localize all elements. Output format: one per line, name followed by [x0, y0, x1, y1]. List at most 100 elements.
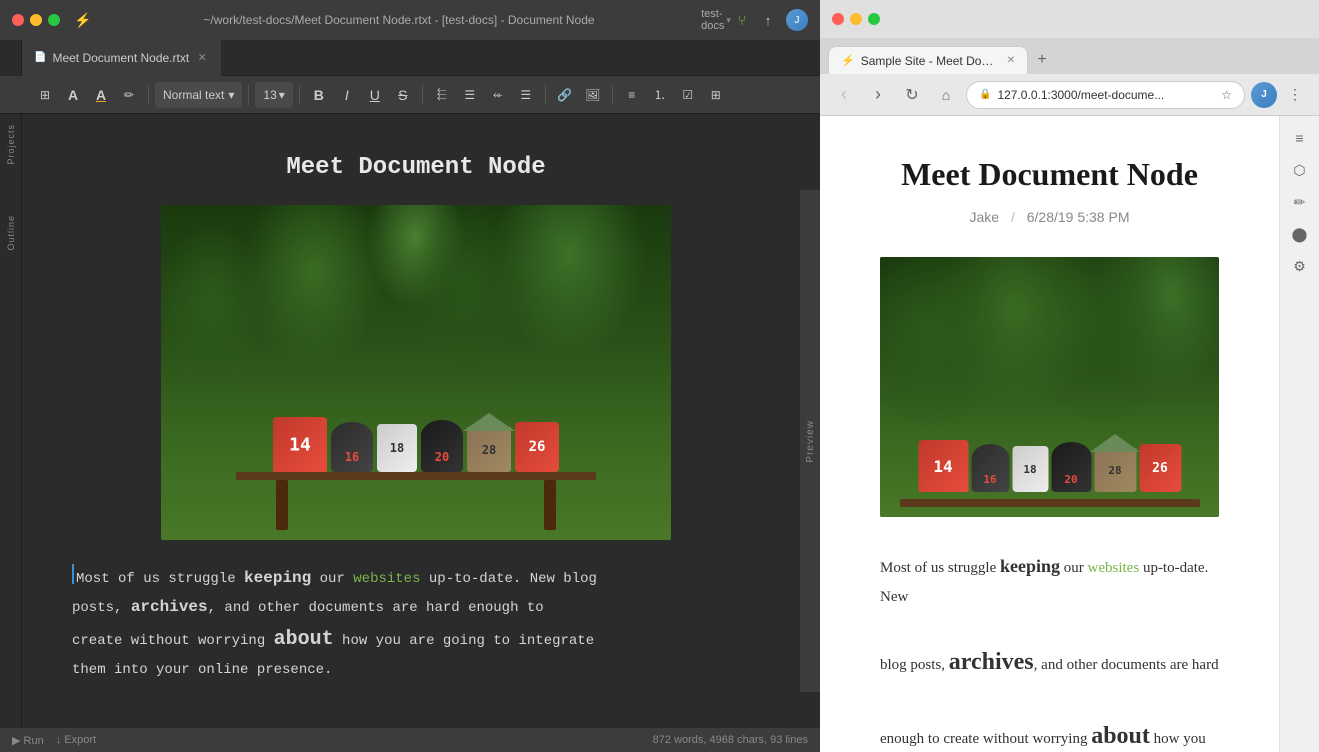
mailbox-16-browser: 16: [971, 444, 1009, 492]
document-paragraph[interactable]: Most of us struggle keeping our websites…: [72, 564, 760, 683]
repo-label: test-docs ▾: [708, 12, 724, 28]
statusbar-stats: 872 words, 4968 chars, 93 lines: [653, 734, 808, 746]
mailbox-20: [421, 420, 463, 472]
export-button[interactable]: ↓ Export: [56, 734, 96, 746]
style-chevron: ▾: [228, 88, 234, 102]
address-text: 127.0.0.1:3000/meet-docume...: [997, 88, 1215, 102]
highlight-btn[interactable]: ✏: [116, 82, 142, 108]
refresh-button[interactable]: ↻: [898, 81, 926, 109]
bullet-list-button[interactable]: ≡: [619, 82, 645, 108]
home-button[interactable]: ⌂: [932, 81, 960, 109]
browser-tab-close[interactable]: ✕: [1007, 55, 1015, 66]
lock-icon: 🔒: [979, 89, 991, 100]
font-size-chevron: ▾: [279, 88, 285, 102]
bookmark-star[interactable]: ☆: [1221, 88, 1232, 102]
font-color-btn[interactable]: A: [60, 82, 86, 108]
sidebar-palette-icon[interactable]: ⬤: [1286, 220, 1314, 248]
editor-toolbar: ⊞ A A ✏ Normal text ▾ 13 ▾ B I U S ⬱ ☰ ⬰…: [0, 76, 820, 114]
source-btn[interactable]: ⊞: [32, 82, 58, 108]
titlebar-icons: test-docs ▾ ⑂ ↑ J: [708, 9, 808, 31]
align-justify-button[interactable]: ☰: [513, 82, 539, 108]
style-dropdown[interactable]: Normal text ▾: [155, 82, 242, 108]
strikethrough-button[interactable]: S: [390, 82, 416, 108]
para-about: about: [274, 628, 334, 651]
address-bar[interactable]: 🔒 127.0.0.1:3000/meet-docume... ☆: [966, 81, 1245, 109]
mailbox-26: [515, 422, 559, 472]
underline-button[interactable]: U: [362, 82, 388, 108]
browser-tab-favicon: ⚡: [841, 54, 855, 67]
page-para-5: , and other documents are hard: [1034, 657, 1219, 673]
document-image: [161, 205, 671, 540]
link-button[interactable]: 🔗: [552, 82, 578, 108]
sep3: [299, 85, 300, 105]
font-bg-btn[interactable]: A: [88, 82, 114, 108]
image-button[interactable]: 🖼: [580, 82, 606, 108]
nav-right-icons: J ⋮: [1251, 81, 1309, 109]
mailboxes-group: [273, 417, 559, 472]
browser-traffic-lights: [832, 13, 880, 25]
platform-browser: [900, 499, 1200, 507]
align-left-button[interactable]: ⬱: [429, 82, 455, 108]
browser-minimize-button[interactable]: [850, 13, 862, 25]
editor-maximize-button[interactable]: [48, 14, 60, 26]
page-about: about: [1091, 723, 1150, 749]
page-hero-image: 14 16 18 20 28 26: [880, 257, 1219, 517]
font-size-control[interactable]: 13 ▾: [255, 82, 292, 108]
browser-nav-bar: ‹ › ↻ ⌂ 🔒 127.0.0.1:3000/meet-docume... …: [820, 74, 1319, 116]
sep4: [422, 85, 423, 105]
browser-tab-label: Sample Site - Meet Document...: [861, 54, 997, 68]
back-button[interactable]: ‹: [830, 81, 858, 109]
sep2: [248, 85, 249, 105]
italic-button[interactable]: I: [334, 82, 360, 108]
page-keeping: keeping: [1000, 556, 1060, 576]
align-center-button[interactable]: ☰: [457, 82, 483, 108]
bold-button[interactable]: B: [306, 82, 332, 108]
align-right-button[interactable]: ⬰: [485, 82, 511, 108]
browser-maximize-button[interactable]: [868, 13, 880, 25]
forward-button[interactable]: ›: [864, 81, 892, 109]
editor-content-area[interactable]: Meet Document Node: [22, 114, 820, 728]
editor-titlebar: ⚡ ~/work/test-docs/Meet Document Node.rt…: [0, 0, 820, 40]
browser-menu-button[interactable]: ⋮: [1281, 81, 1309, 109]
tab-label: Meet Document Node.rtxt: [52, 51, 189, 65]
browser-profile-avatar[interactable]: J: [1251, 82, 1277, 108]
projects-sidebar-label[interactable]: Projects: [6, 124, 16, 165]
editor-tab[interactable]: 📄 Meet Document Node.rtxt ✕: [22, 40, 222, 76]
browser-close-button[interactable]: [832, 13, 844, 25]
page-title: Meet Document Node: [880, 156, 1219, 193]
mailbox-26-browser: 26: [1139, 444, 1181, 492]
page-meta: Jake / 6/28/19 5:38 PM: [880, 209, 1219, 225]
sidebar-settings-icon[interactable]: ⚙: [1286, 252, 1314, 280]
upload-icon[interactable]: ↑: [760, 12, 776, 28]
para-text-7: how you are going to integrate: [334, 633, 594, 649]
browser-active-tab[interactable]: ⚡ Sample Site - Meet Document... ✕: [828, 46, 1028, 74]
editor-close-button[interactable]: [12, 14, 24, 26]
outline-sidebar-label[interactable]: Outline: [6, 215, 16, 251]
check-list-button[interactable]: ☑: [675, 82, 701, 108]
preview-toggle[interactable]: Preview: [800, 190, 820, 692]
para-text-5: , and other documents are hard enough to: [208, 600, 544, 616]
tab-file-icon: 📄: [34, 52, 46, 63]
editor-traffic-lights: [12, 14, 60, 26]
page-websites: websites: [1088, 560, 1140, 576]
tab-close-button[interactable]: ✕: [195, 51, 209, 65]
sep1: [148, 85, 149, 105]
para-text-3: up-to-date. New blog: [420, 571, 596, 587]
sep6: [612, 85, 613, 105]
page-archives: archives: [949, 649, 1034, 675]
profile-icon[interactable]: J: [786, 9, 808, 31]
new-tab-button[interactable]: +: [1028, 46, 1056, 74]
table-button[interactable]: ⊞: [703, 82, 729, 108]
editor-minimize-button[interactable]: [30, 14, 42, 26]
para-text-6: create without worrying: [72, 633, 274, 649]
style-dropdown-label: Normal text: [163, 88, 224, 102]
sidebar-cube-icon[interactable]: ⬡: [1286, 156, 1314, 184]
sidebar-menu-icon[interactable]: ≡: [1286, 124, 1314, 152]
branch-icon[interactable]: ⑂: [734, 12, 750, 28]
run-button[interactable]: ▶ Run: [12, 734, 44, 747]
numbered-list-button[interactable]: ⒈: [647, 82, 673, 108]
editor-titlebar-text: ~/work/test-docs/Meet Document Node.rtxt…: [98, 13, 700, 27]
text-cursor: [72, 564, 74, 584]
browser-content[interactable]: Meet Document Node Jake / 6/28/19 5:38 P…: [820, 116, 1319, 752]
sidebar-pen-icon[interactable]: ✏: [1286, 188, 1314, 216]
